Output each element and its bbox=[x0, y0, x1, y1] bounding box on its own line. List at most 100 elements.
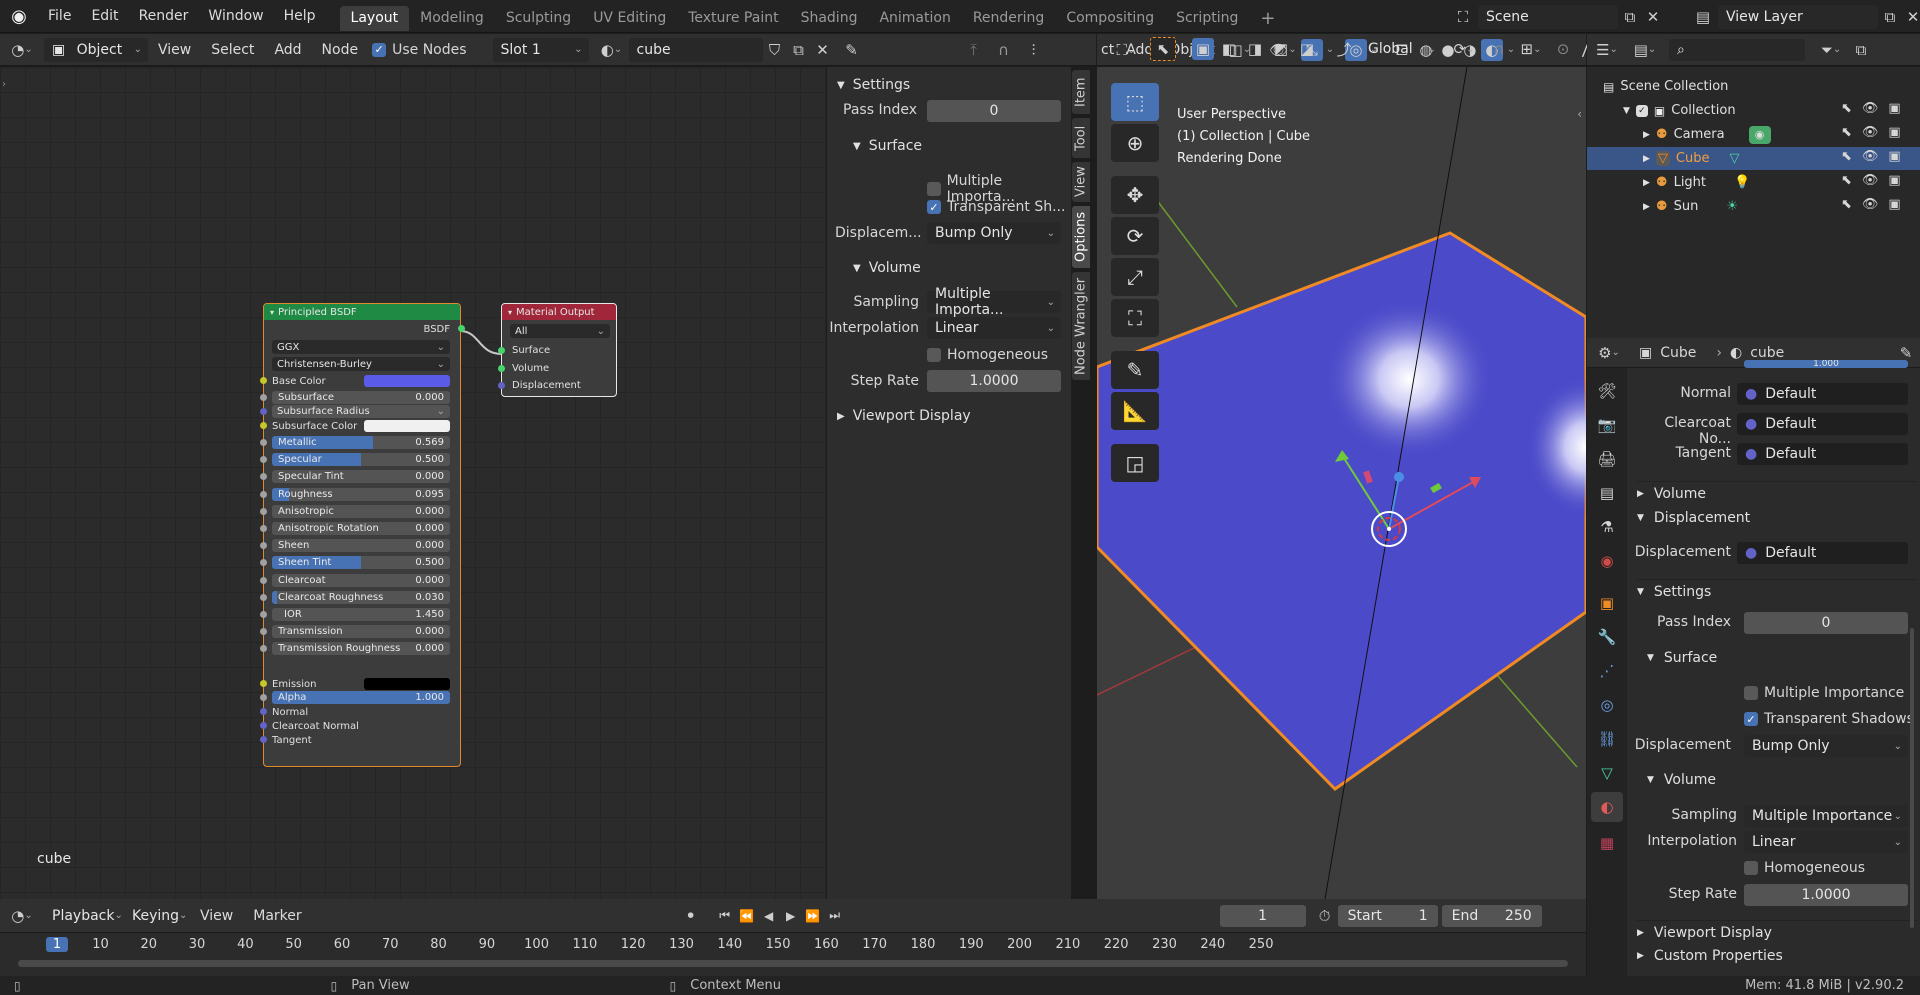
subsurface-method-dropdown[interactable]: Christensen-Burley ⌄ bbox=[272, 357, 450, 371]
normal-socket[interactable] bbox=[260, 708, 267, 715]
view-layer-tab-icon[interactable]: ▤ bbox=[1591, 478, 1623, 508]
render-camera-icon[interactable]: ▣ bbox=[1888, 149, 1900, 164]
eye-icon[interactable]: 👁 bbox=[1862, 101, 1879, 116]
mesh-data-icon[interactable]: ▽ bbox=[1730, 151, 1740, 166]
eye-icon[interactable]: 👁 bbox=[1862, 173, 1879, 188]
move-tool-icon[interactable]: ✥ bbox=[1111, 176, 1159, 214]
tool-tab-icon[interactable]: 🛠 bbox=[1591, 376, 1623, 406]
select-box-tool-icon[interactable]: ⬚ bbox=[1111, 83, 1159, 121]
render-camera-icon[interactable]: ▣ bbox=[1888, 101, 1900, 116]
pass-index-field[interactable]: 0 bbox=[1744, 612, 1908, 634]
transform-orientation-dropdown[interactable]: Global ⌄ bbox=[1360, 37, 1442, 61]
constraints-tab-icon[interactable]: ⛓ bbox=[1591, 724, 1623, 754]
tangent-input-field[interactable]: ● Default bbox=[1737, 443, 1908, 465]
select-mode-subtract-icon[interactable]: ◨ bbox=[1244, 40, 1266, 58]
new-collection-icon[interactable]: ⧉ bbox=[1849, 41, 1873, 59]
normal-input-field[interactable]: ● Default bbox=[1737, 383, 1908, 405]
tab-scripting[interactable]: Scripting bbox=[1165, 6, 1249, 31]
annotate-tool-icon[interactable]: ✎ bbox=[1111, 351, 1159, 389]
particles-tab-icon[interactable]: ⋰ bbox=[1591, 656, 1623, 686]
texture-tab-icon[interactable]: ▦ bbox=[1591, 828, 1623, 858]
selectable-icon[interactable]: ⬉ bbox=[1841, 125, 1852, 140]
slider-socket[interactable] bbox=[260, 490, 267, 498]
sampling-dropdown[interactable]: Multiple Importa... ⌄ bbox=[927, 286, 1061, 318]
slider-socket[interactable] bbox=[260, 542, 267, 550]
selectable-icon[interactable]: ⬉ bbox=[1841, 173, 1852, 188]
ior-slider[interactable]: IOR 1.450 bbox=[272, 608, 450, 621]
delete-scene-icon[interactable]: ✕ bbox=[1642, 8, 1664, 26]
eye-icon[interactable]: 👁 bbox=[1862, 149, 1879, 164]
scene-icon[interactable]: ⛶ bbox=[1448, 8, 1478, 26]
object-mode-dropdown[interactable]: ▣ Object ⌄ bbox=[44, 37, 148, 62]
slider-socket[interactable] bbox=[260, 559, 267, 567]
expand-arrow-icon[interactable]: ▶ bbox=[1643, 178, 1650, 188]
duplicate-material-icon[interactable]: ⧉ bbox=[787, 41, 811, 59]
timeline-menu-marker[interactable]: Marker bbox=[243, 899, 311, 932]
pin-icon[interactable]: ✎ bbox=[835, 41, 869, 59]
tab-sculpting[interactable]: Sculpting bbox=[495, 6, 582, 31]
surface-input-socket[interactable] bbox=[498, 347, 505, 354]
displacement-dropdown[interactable]: Bump Only ⌄ bbox=[927, 222, 1061, 244]
new-scene-icon[interactable]: ⧉ bbox=[1618, 8, 1642, 26]
anisotropic-rotation-slider[interactable]: Anisotropic Rotation 0.000 bbox=[272, 522, 450, 535]
add-cube-tool-icon[interactable]: ◲ bbox=[1111, 444, 1159, 482]
tab-texture-paint[interactable]: Texture Paint bbox=[677, 6, 789, 31]
start-frame-field[interactable]: Start 1 bbox=[1337, 904, 1438, 927]
material-browse-icon[interactable]: ◐ ⌄ bbox=[595, 41, 629, 59]
use-nodes-checkbox[interactable]: ✓ bbox=[372, 42, 387, 57]
multiple-importance-checkbox[interactable] bbox=[1744, 686, 1758, 700]
snap-icon[interactable]: ∩ bbox=[989, 41, 1019, 59]
roughness-slider[interactable]: Roughness 0.095 bbox=[272, 487, 450, 501]
node-menu-view[interactable]: View bbox=[148, 33, 201, 66]
slider-socket[interactable] bbox=[260, 507, 267, 515]
pin-icon[interactable]: ✎ bbox=[1892, 344, 1920, 362]
material-name-field[interactable]: cube bbox=[628, 37, 763, 62]
select-mode-new-icon[interactable]: ▣ bbox=[1192, 38, 1214, 60]
sidebar-tab-node-wrangler[interactable]: Node Wrangler bbox=[1072, 272, 1090, 380]
node-editor-canvas[interactable]: › ▾ Principled BSDF BSDF GGX ⌄ Christense… bbox=[0, 67, 826, 899]
current-frame-marker[interactable]: 1 bbox=[46, 937, 68, 952]
bsdf-output-socket[interactable] bbox=[458, 325, 465, 332]
multiple-importance-toggle[interactable]: Multiple Importance bbox=[1744, 685, 1904, 701]
output-node-header[interactable]: ▾ Material Output bbox=[502, 304, 616, 320]
outliner-editor-type-icon[interactable]: ☰ ⌄ bbox=[1587, 41, 1627, 59]
step-rate-field[interactable]: 1.0000 bbox=[1744, 884, 1908, 906]
blender-logo-icon[interactable]: ◉ bbox=[0, 0, 38, 33]
surface-subpanel-header[interactable]: ▼ Surface bbox=[1647, 650, 1717, 666]
pass-index-field[interactable]: 0 bbox=[927, 100, 1061, 122]
render-camera-icon[interactable]: ▣ bbox=[1888, 125, 1900, 140]
interpolation-dropdown[interactable]: Linear ⌄ bbox=[927, 317, 1061, 339]
surface-displacement-dropdown[interactable]: Bump Only ⌄ bbox=[1744, 735, 1908, 757]
editor-type-icon[interactable]: ◔ ⌄ bbox=[0, 41, 44, 59]
select-mode-invert-icon[interactable]: ◩ bbox=[1270, 40, 1292, 58]
alpha-field[interactable]: 1.000 bbox=[1744, 360, 1908, 368]
distribution-dropdown[interactable]: GGX ⌄ bbox=[272, 340, 450, 354]
transform-tool-icon[interactable]: ⛶ bbox=[1111, 299, 1159, 337]
bsdf-node-header[interactable]: ▾ Principled BSDF bbox=[264, 304, 460, 320]
collapse-icon[interactable]: ▾ bbox=[508, 308, 512, 317]
tab-shading[interactable]: Shading bbox=[790, 6, 869, 31]
menu-edit[interactable]: Edit bbox=[81, 0, 128, 33]
tangent-socket[interactable] bbox=[260, 736, 267, 743]
homogeneous-toggle[interactable]: Homogeneous bbox=[1744, 860, 1865, 876]
proportional-edit-icon[interactable]: ⊙ bbox=[1550, 40, 1576, 58]
slider-socket[interactable] bbox=[260, 456, 267, 464]
multiple-importance-checkbox[interactable] bbox=[927, 182, 941, 196]
slider-socket[interactable] bbox=[260, 593, 267, 601]
playback-menu[interactable]: Playback ⌄ bbox=[44, 904, 124, 928]
rotate-tool-icon[interactable]: ⟳ bbox=[1111, 217, 1159, 255]
parent-node-tree-icon[interactable]: ⤒ bbox=[959, 41, 989, 59]
subsurface-color-socket[interactable] bbox=[260, 422, 267, 429]
add-workspace-button[interactable]: + bbox=[1249, 6, 1286, 31]
unlink-material-icon[interactable]: ✕ bbox=[811, 41, 835, 59]
subsurface-slider[interactable]: Subsurface 0.000 bbox=[272, 391, 450, 404]
displacement-input-field[interactable]: ● Default bbox=[1737, 542, 1908, 564]
transmission-roughness-slider[interactable]: Transmission Roughness 0.000 bbox=[272, 642, 450, 656]
homogeneous-checkbox[interactable] bbox=[1744, 861, 1758, 875]
view-layer-icon[interactable]: ▤ bbox=[1688, 8, 1718, 26]
sheen-slider[interactable]: Sheen 0.000 bbox=[272, 539, 450, 553]
transparent-shadows-toggle[interactable]: ✓ Transparent Shadows bbox=[1744, 711, 1914, 727]
slot-dropdown[interactable]: Slot 1 ⌄ bbox=[492, 37, 589, 62]
homogeneous-checkbox[interactable] bbox=[927, 348, 941, 362]
clearcoat-slider[interactable]: Clearcoat 0.000 bbox=[272, 573, 450, 587]
